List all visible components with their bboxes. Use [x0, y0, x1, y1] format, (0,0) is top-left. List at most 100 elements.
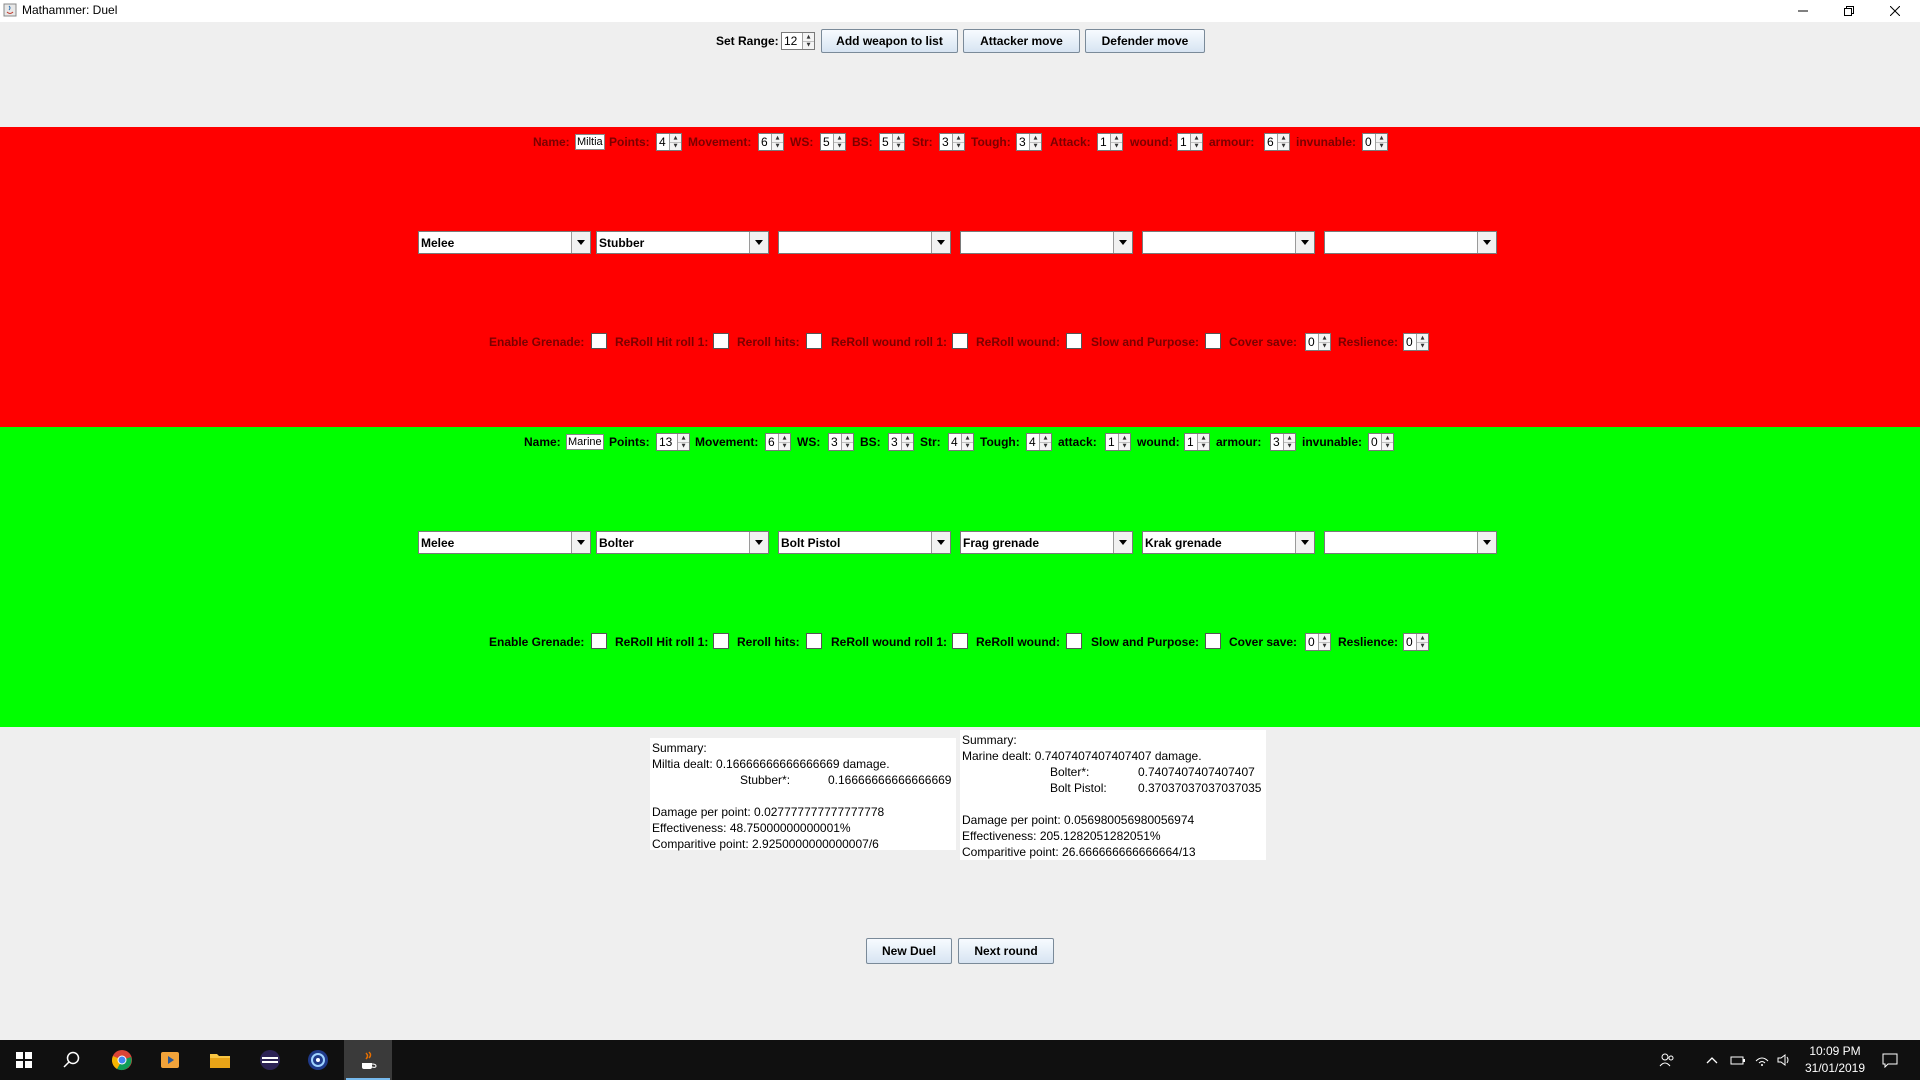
java-taskbar-button[interactable]: [344, 1040, 392, 1080]
down-arrow-icon[interactable]: ▼: [842, 442, 853, 450]
down-arrow-icon[interactable]: ▼: [779, 442, 790, 450]
combo-arrow-button[interactable]: [1477, 232, 1496, 253]
spinner-arrows[interactable]: ▲ ▼: [1118, 434, 1130, 450]
down-arrow-icon[interactable]: ▼: [670, 142, 681, 150]
defender-reroll-wound-1-checkbox[interactable]: [952, 633, 968, 649]
defender-attack-spinner[interactable]: 1 ▲ ▼: [1105, 433, 1131, 451]
down-arrow-icon[interactable]: ▼: [1278, 142, 1289, 150]
spinner-arrows[interactable]: ▲ ▼: [1318, 634, 1330, 650]
spinner-arrows[interactable]: ▲ ▼: [669, 134, 681, 150]
attacker-ws-spinner[interactable]: 5 ▲ ▼: [820, 133, 846, 151]
down-arrow-icon[interactable]: ▼: [893, 142, 904, 150]
defender-bs-spinner[interactable]: 3 ▲ ▼: [888, 433, 914, 451]
attacker-weapon-1-combo[interactable]: Melee: [418, 231, 591, 254]
attacker-movement-spinner[interactable]: 6 ▲ ▼: [758, 133, 784, 151]
spinner-arrows[interactable]: ▲ ▼: [1277, 134, 1289, 150]
defender-weapon-4-combo[interactable]: Frag grenade: [960, 531, 1133, 554]
down-arrow-icon[interactable]: ▼: [1417, 642, 1428, 650]
down-arrow-icon[interactable]: ▼: [902, 442, 913, 450]
combo-arrow-button[interactable]: [571, 532, 590, 553]
combo-arrow-button[interactable]: [749, 232, 768, 253]
combo-arrow-button[interactable]: [1113, 232, 1132, 253]
spinner-arrows[interactable]: ▲ ▼: [1318, 334, 1330, 350]
down-arrow-icon[interactable]: ▼: [1119, 442, 1130, 450]
attacker-enable-grenade-checkbox[interactable]: [591, 333, 607, 349]
down-arrow-icon[interactable]: ▼: [803, 41, 814, 49]
defender-str-spinner[interactable]: 4 ▲ ▼: [948, 433, 974, 451]
combo-arrow-button[interactable]: [931, 532, 950, 553]
defender-weapon-2-combo[interactable]: Bolter: [596, 531, 769, 554]
attacker-wound-spinner[interactable]: 1 ▲ ▼: [1177, 133, 1203, 151]
spinner-arrows[interactable]: ▲ ▼: [952, 134, 964, 150]
down-arrow-icon[interactable]: ▼: [1284, 442, 1295, 450]
down-arrow-icon[interactable]: ▼: [678, 442, 689, 450]
down-arrow-icon[interactable]: ▼: [953, 142, 964, 150]
attacker-reroll-wound-checkbox[interactable]: [1066, 333, 1082, 349]
down-arrow-icon[interactable]: ▼: [1191, 142, 1202, 150]
attacker-bs-spinner[interactable]: 5 ▲ ▼: [879, 133, 905, 151]
attacker-reroll-hits-checkbox[interactable]: [806, 333, 822, 349]
attacker-weapon-3-combo[interactable]: [778, 231, 951, 254]
attacker-tough-spinner[interactable]: 3 ▲ ▼: [1016, 133, 1042, 151]
eclipse-taskbar-button[interactable]: [246, 1040, 294, 1080]
combo-arrow-button[interactable]: [1113, 532, 1132, 553]
spinner-arrows[interactable]: ▲ ▼: [802, 33, 814, 49]
spinner-arrows[interactable]: ▲ ▼: [1110, 134, 1122, 150]
spinner-arrows[interactable]: ▲ ▼: [1197, 434, 1209, 450]
defender-ws-spinner[interactable]: 3 ▲ ▼: [828, 433, 854, 451]
defender-invunable-spinner[interactable]: 0 ▲ ▼: [1368, 433, 1394, 451]
chrome-taskbar-button[interactable]: [98, 1040, 146, 1080]
defender-reroll-hits-checkbox[interactable]: [806, 633, 822, 649]
defender-slow-purpose-checkbox[interactable]: [1205, 633, 1221, 649]
defender-wound-spinner[interactable]: 1 ▲ ▼: [1184, 433, 1210, 451]
next-round-button[interactable]: Next round: [958, 938, 1054, 964]
defender-weapon-3-combo[interactable]: Bolt Pistol: [778, 531, 951, 554]
attacker-weapon-4-combo[interactable]: [960, 231, 1133, 254]
down-arrow-icon[interactable]: ▼: [1030, 142, 1041, 150]
new-duel-button[interactable]: New Duel: [866, 938, 952, 964]
defender-weapon-1-combo[interactable]: Melee: [418, 531, 591, 554]
media-player-taskbar-button[interactable]: [146, 1040, 194, 1080]
down-arrow-icon[interactable]: ▼: [962, 442, 973, 450]
combo-arrow-button[interactable]: [1295, 232, 1314, 253]
down-arrow-icon[interactable]: ▼: [1319, 642, 1330, 650]
attacker-weapon-2-combo[interactable]: Stubber: [596, 231, 769, 254]
spinner-arrows[interactable]: ▲ ▼: [1375, 134, 1387, 150]
attacker-str-spinner[interactable]: 3 ▲ ▼: [939, 133, 965, 151]
attacker-armour-spinner[interactable]: 6 ▲ ▼: [1264, 133, 1290, 151]
combo-arrow-button[interactable]: [1477, 532, 1496, 553]
down-arrow-icon[interactable]: ▼: [1319, 342, 1330, 350]
down-arrow-icon[interactable]: ▼: [772, 142, 783, 150]
attacker-move-button[interactable]: Attacker move: [963, 29, 1080, 53]
defender-move-button[interactable]: Defender move: [1085, 29, 1205, 53]
attacker-weapon-6-combo[interactable]: [1324, 231, 1497, 254]
people-button[interactable]: [1652, 1040, 1682, 1080]
combo-arrow-button[interactable]: [749, 532, 768, 553]
spinner-arrows[interactable]: ▲ ▼: [961, 434, 973, 450]
defender-enable-grenade-checkbox[interactable]: [591, 633, 607, 649]
spinner-arrows[interactable]: ▲ ▼: [771, 134, 783, 150]
restore-button[interactable]: [1826, 0, 1872, 22]
tray-chevron[interactable]: [1700, 1040, 1724, 1080]
combo-arrow-button[interactable]: [571, 232, 590, 253]
attacker-invunable-spinner[interactable]: 0 ▲ ▼: [1362, 133, 1388, 151]
spinner-arrows[interactable]: ▲ ▼: [833, 134, 845, 150]
attacker-reroll-wound-1-checkbox[interactable]: [952, 333, 968, 349]
spinner-arrows[interactable]: ▲ ▼: [1283, 434, 1295, 450]
notifications-button[interactable]: [1872, 1040, 1908, 1080]
defender-points-spinner[interactable]: 13 ▲ ▼: [656, 433, 690, 451]
start-button[interactable]: [0, 1040, 48, 1080]
defender-armour-spinner[interactable]: 3 ▲ ▼: [1270, 433, 1296, 451]
spinner-arrows[interactable]: ▲ ▼: [677, 434, 689, 450]
defender-weapon-5-combo[interactable]: Krak grenade: [1142, 531, 1315, 554]
volume-tray[interactable]: [1772, 1040, 1796, 1080]
spinner-arrows[interactable]: ▲ ▼: [1039, 434, 1051, 450]
attacker-weapon-5-combo[interactable]: [1142, 231, 1315, 254]
attacker-attack-spinner[interactable]: 1 ▲ ▼: [1097, 133, 1123, 151]
defender-reslience-spinner[interactable]: 0 ▲ ▼: [1403, 633, 1429, 651]
combo-arrow-button[interactable]: [1295, 532, 1314, 553]
down-arrow-icon[interactable]: ▼: [834, 142, 845, 150]
file-explorer-taskbar-button[interactable]: [196, 1040, 244, 1080]
spinner-arrows[interactable]: ▲ ▼: [841, 434, 853, 450]
search-button[interactable]: [48, 1040, 96, 1080]
